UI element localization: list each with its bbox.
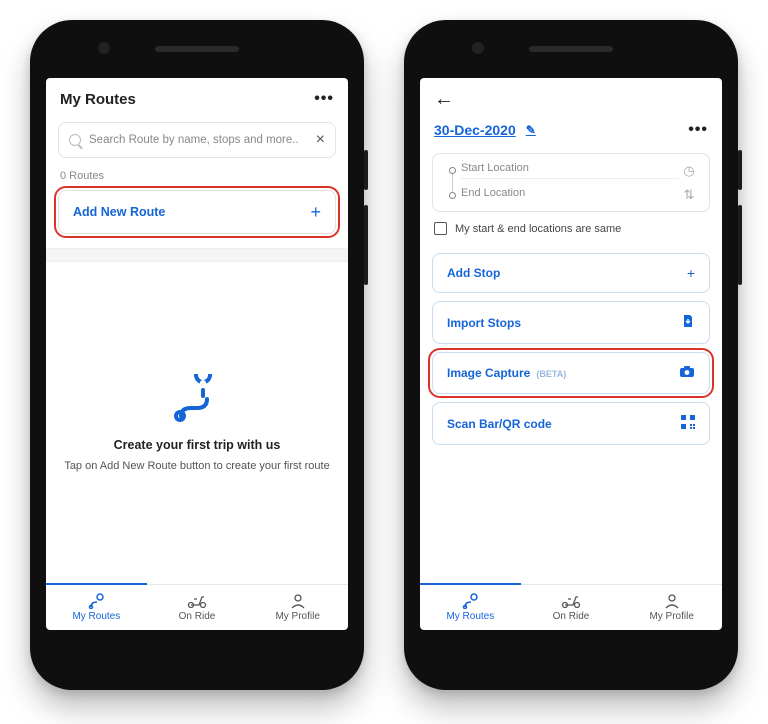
phone-frame-right: ← 30-Dec-2020 ✎ ••• Start Location ◷ End…	[404, 20, 738, 690]
same-location-toggle[interactable]: My start & end locations are same	[434, 222, 708, 235]
edit-pencil-icon[interactable]: ✎	[526, 123, 536, 137]
option-label: Import Stops	[447, 316, 521, 330]
phone-side-button	[364, 150, 368, 190]
nav-label: My Routes	[72, 611, 120, 622]
empty-state: Create your first trip with us Tap on Ad…	[46, 262, 348, 584]
profile-icon	[662, 593, 682, 609]
routes-icon	[460, 593, 480, 609]
phone-frame-left: My Routes ••• × 0 Routes Add New Route +	[30, 20, 364, 690]
nav-label: On Ride	[179, 611, 216, 622]
phone-side-button	[738, 150, 742, 190]
nav-on-ride[interactable]: On Ride	[521, 589, 622, 630]
bottom-nav: My Routes On Ride My Profile	[46, 584, 348, 630]
checkbox-icon[interactable]	[434, 222, 447, 235]
profile-icon	[288, 593, 308, 609]
nav-my-profile[interactable]: My Profile	[621, 589, 722, 630]
header: My Routes •••	[46, 78, 348, 118]
start-location-input[interactable]: Start Location	[461, 162, 679, 179]
camera-icon	[679, 365, 695, 381]
nav-label: My Routes	[446, 611, 494, 622]
plus-icon: +	[687, 266, 695, 280]
scooter-icon	[561, 593, 581, 609]
phone-side-button	[738, 205, 742, 285]
nav-my-routes[interactable]: My Routes	[420, 589, 521, 630]
end-location-input[interactable]: End Location	[461, 187, 679, 203]
add-route-label: Add New Route	[73, 205, 165, 219]
beta-badge: (BETA)	[536, 369, 566, 379]
add-stop-button[interactable]: Add Stop +	[432, 253, 710, 293]
scan-code-button[interactable]: Scan Bar/QR code	[432, 402, 710, 445]
back-button[interactable]: ←	[434, 88, 454, 110]
more-menu-button[interactable]: •••	[314, 90, 334, 108]
nav-my-profile[interactable]: My Profile	[247, 589, 348, 630]
phone-side-button	[364, 205, 368, 285]
import-stops-button[interactable]: Import Stops	[432, 301, 710, 344]
end-dot-icon	[449, 192, 456, 199]
bottom-nav: My Routes On Ride My Profile	[420, 584, 722, 630]
screen-route-detail: ← 30-Dec-2020 ✎ ••• Start Location ◷ End…	[420, 78, 722, 630]
empty-state-subtitle: Tap on Add New Route button to create yo…	[64, 460, 329, 472]
more-menu-button[interactable]: •••	[688, 121, 708, 139]
start-dot-icon	[449, 167, 456, 174]
option-label: Scan Bar/QR code	[447, 417, 552, 431]
screen-my-routes: My Routes ••• × 0 Routes Add New Route +	[46, 78, 348, 630]
nav-label: My Profile	[649, 611, 693, 622]
nav-on-ride[interactable]: On Ride	[147, 589, 248, 630]
search-input[interactable]	[89, 134, 308, 146]
clear-search-icon[interactable]: ×	[316, 132, 325, 148]
connector-line	[452, 174, 453, 192]
swap-icon[interactable]: ⇅	[679, 187, 699, 203]
search-icon	[69, 134, 81, 146]
search-field[interactable]: ×	[58, 122, 336, 158]
routes-count-label: 0 Routes	[60, 170, 334, 182]
plus-icon: +	[310, 203, 321, 221]
option-label: Image Capture(BETA)	[447, 366, 566, 380]
option-label: Add Stop	[447, 266, 500, 280]
clock-icon[interactable]: ◷	[679, 163, 699, 179]
locations-card: Start Location ◷ End Location ⇅	[432, 153, 710, 212]
scooter-icon	[187, 593, 207, 609]
page-title: My Routes	[60, 91, 136, 108]
section-divider	[46, 248, 348, 262]
nav-label: On Ride	[553, 611, 590, 622]
header: ←	[420, 78, 722, 117]
route-date-link[interactable]: 30-Dec-2020 ✎	[434, 122, 536, 138]
empty-state-title: Create your first trip with us	[114, 438, 281, 452]
nav-label: My Profile	[275, 611, 319, 622]
route-pin-icon	[169, 374, 225, 424]
add-new-route-button[interactable]: Add New Route +	[58, 190, 336, 234]
nav-my-routes[interactable]: My Routes	[46, 589, 147, 630]
import-file-icon	[681, 314, 695, 331]
routes-icon	[86, 593, 106, 609]
qr-code-icon	[681, 415, 695, 432]
same-location-label: My start & end locations are same	[455, 223, 621, 235]
route-date-label: 30-Dec-2020	[434, 122, 516, 138]
image-capture-button[interactable]: Image Capture(BETA)	[432, 352, 710, 394]
